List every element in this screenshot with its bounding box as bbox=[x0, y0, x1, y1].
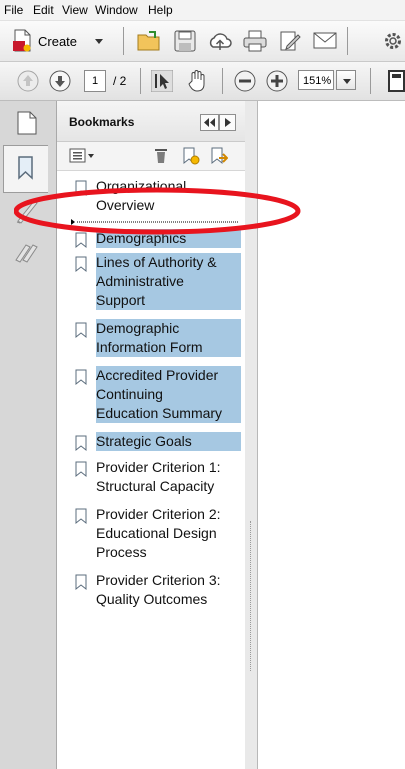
bookmark-label: Accredited Provider Continuing Education S… bbox=[96, 366, 241, 423]
bookmark-icon bbox=[75, 435, 87, 452]
toolbar-divider bbox=[222, 68, 223, 94]
bookmark-item-strategic-goals[interactable]: Strategic Goals bbox=[75, 432, 241, 452]
bookmark-options-icon[interactable] bbox=[69, 148, 87, 164]
bookmark-icon bbox=[18, 156, 33, 180]
chevron-right-icon bbox=[225, 118, 231, 127]
annotation-ellipse bbox=[14, 187, 301, 235]
bookmark-label: Lines of Authority & Administrative Suppor… bbox=[96, 253, 241, 310]
page-total: / 2 bbox=[113, 74, 127, 88]
bookmark-item-demographic-information-form[interactable]: Demographic Information Form bbox=[75, 319, 241, 357]
bookmark-icon bbox=[75, 322, 87, 339]
page-thumbnails-icon[interactable] bbox=[17, 111, 37, 135]
bookmark-label: Provider Criterion 3: Quality Outcomes bbox=[96, 572, 221, 607]
bookmark-item-provider-criterion-1[interactable]: Provider Criterion 1: Structural Capacity bbox=[75, 458, 240, 496]
bookmark-icon bbox=[75, 574, 87, 591]
delete-bookmark-icon[interactable] bbox=[154, 147, 168, 164]
create-pdf-icon bbox=[13, 29, 31, 52]
toolbar-divider bbox=[123, 27, 124, 55]
create-button[interactable] bbox=[12, 29, 32, 58]
navigation-toolbar: 1 / 2 151% bbox=[0, 62, 405, 101]
print-icon[interactable] bbox=[243, 30, 267, 52]
bookmark-icon bbox=[75, 369, 87, 386]
create-button-label[interactable]: Create bbox=[38, 34, 77, 49]
menu-help[interactable]: Help bbox=[148, 3, 173, 17]
bookmarks-panel-header: Bookmarks bbox=[57, 101, 245, 142]
zoom-in-icon[interactable] bbox=[266, 70, 288, 92]
save-icon[interactable] bbox=[174, 30, 196, 52]
bookmark-item-provider-criterion-3[interactable]: Provider Criterion 3: Quality Outcomes bbox=[75, 571, 240, 609]
zoom-out-icon[interactable] bbox=[234, 70, 256, 92]
select-tool-icon[interactable] bbox=[151, 70, 173, 92]
panel-options-button[interactable] bbox=[219, 114, 236, 131]
bookmark-label: Strategic Goals bbox=[96, 432, 241, 451]
bookmark-item-lines-of-authority[interactable]: Lines of Authority & Administrative Suppor… bbox=[75, 253, 241, 310]
open-folder-icon[interactable] bbox=[137, 30, 161, 52]
bookmark-icon bbox=[75, 461, 87, 478]
menu-file[interactable]: File bbox=[4, 3, 23, 17]
page-number-input[interactable]: 1 bbox=[84, 70, 106, 92]
bookmark-icon bbox=[75, 508, 87, 525]
main-toolbar: Create bbox=[0, 21, 405, 62]
cloud-upload-icon[interactable] bbox=[208, 30, 232, 52]
gear-icon[interactable] bbox=[383, 31, 403, 51]
menu-bar: File Edit View Window Help bbox=[0, 0, 405, 21]
bookmark-label: Provider Criterion 1: Structural Capacity bbox=[96, 459, 221, 494]
bookmark-label: Provider Criterion 2: Educational Design P… bbox=[96, 506, 221, 560]
toolbar-divider bbox=[370, 68, 371, 94]
menu-view[interactable]: View bbox=[62, 3, 88, 17]
toolbar-divider bbox=[140, 68, 141, 94]
previous-page-icon[interactable] bbox=[17, 70, 39, 92]
chevron-down-icon bbox=[343, 79, 351, 84]
toolbar-divider bbox=[347, 27, 348, 55]
chevron-down-icon[interactable] bbox=[88, 154, 94, 158]
zoom-dropdown-button[interactable] bbox=[336, 70, 356, 90]
bookmark-label: Demographic Information Form bbox=[96, 319, 241, 357]
double-chevron-left-icon bbox=[204, 118, 215, 127]
collapse-panel-button[interactable] bbox=[200, 114, 219, 131]
chevron-down-icon[interactable] bbox=[95, 39, 103, 45]
expand-bookmark-icon[interactable] bbox=[210, 147, 228, 165]
page-fit-icon[interactable] bbox=[388, 70, 405, 92]
email-icon[interactable] bbox=[313, 32, 337, 50]
layers-icon[interactable] bbox=[14, 242, 40, 264]
bookmark-item-provider-criterion-2[interactable]: Provider Criterion 2: Educational Design P… bbox=[75, 505, 240, 562]
bookmark-item-accredited-provider-summary[interactable]: Accredited Provider Continuing Education S… bbox=[75, 366, 241, 423]
menu-edit[interactable]: Edit bbox=[33, 3, 54, 17]
new-bookmark-icon[interactable] bbox=[182, 147, 200, 165]
bookmark-icon bbox=[75, 256, 87, 273]
hand-tool-icon[interactable] bbox=[187, 69, 209, 93]
menu-window[interactable]: Window bbox=[95, 3, 138, 17]
splitter-grip bbox=[250, 521, 253, 671]
zoom-level-input[interactable]: 151% bbox=[298, 70, 334, 90]
edit-document-icon[interactable] bbox=[279, 30, 301, 52]
bookmarks-panel-title: Bookmarks bbox=[69, 115, 135, 129]
bookmarks-panel-toolbar bbox=[57, 142, 245, 171]
next-page-icon[interactable] bbox=[49, 70, 71, 92]
